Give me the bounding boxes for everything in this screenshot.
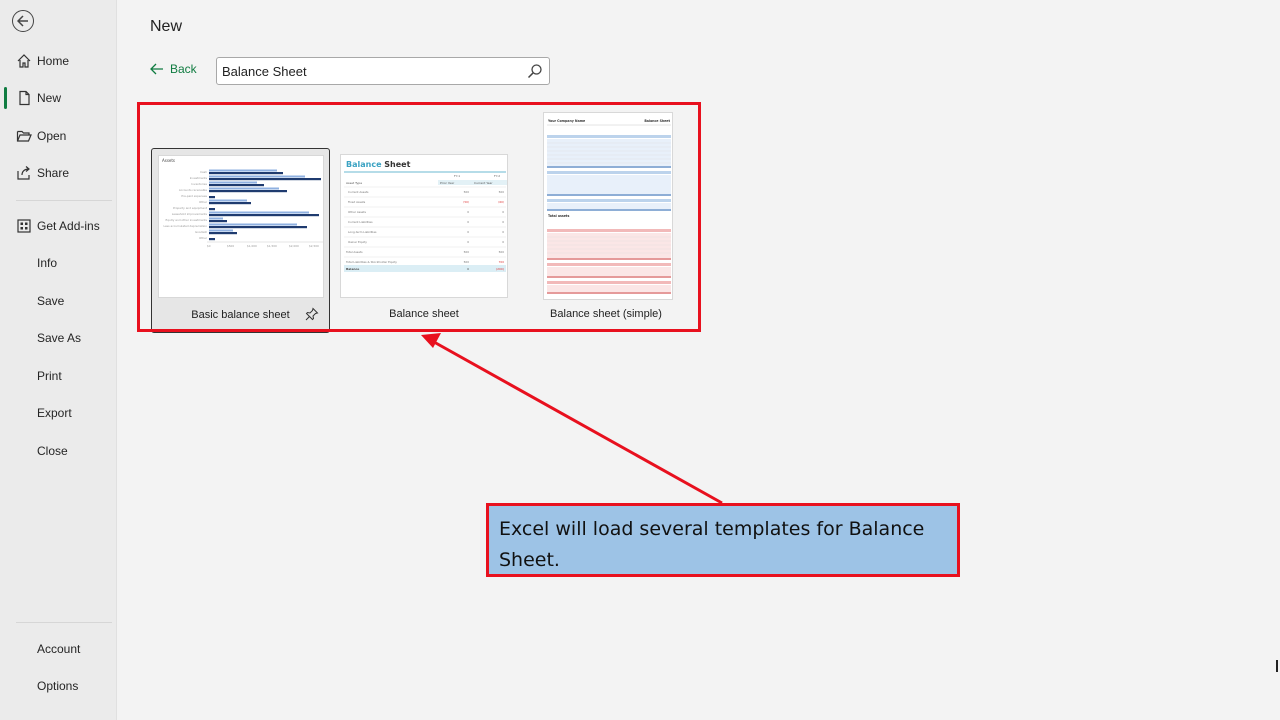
- sidebar-item-label: Open: [37, 129, 67, 143]
- search-icon[interactable]: [527, 63, 543, 79]
- new-file-icon: [19, 90, 30, 106]
- sidebar-item-print[interactable]: Print: [0, 361, 117, 391]
- sidebar-item-open[interactable]: Open: [0, 121, 117, 151]
- sidebar-item-label: Close: [37, 444, 68, 458]
- sidebar-item-label: Account: [37, 642, 81, 656]
- sidebar-divider: [16, 200, 112, 201]
- sidebar-item-label: New: [37, 91, 62, 105]
- page-title: New: [150, 18, 183, 35]
- sidebar-item-home[interactable]: Home: [0, 46, 117, 76]
- share-icon: [17, 166, 30, 180]
- backstage-sidebar: Home New Open Share Get Add-ins Info Sav…: [0, 0, 117, 720]
- sidebar-item-label: Print: [37, 369, 62, 383]
- text-cursor: [1276, 660, 1278, 672]
- highlight-box: [137, 102, 701, 332]
- sidebar-item-new[interactable]: New: [0, 83, 117, 113]
- sidebar-item-close[interactable]: Close: [0, 436, 117, 466]
- sidebar-item-label: Save: [37, 294, 65, 308]
- sidebar-item-info[interactable]: Info: [0, 248, 117, 278]
- search-value: Balance Sheet: [222, 63, 307, 79]
- sidebar-item-options[interactable]: Options: [0, 671, 117, 701]
- home-icon: [17, 54, 31, 68]
- sidebar-item-account[interactable]: Account: [0, 634, 117, 664]
- sidebar-item-label: Export: [37, 406, 72, 420]
- annotation-callout: Excel will load several templates for Ba…: [486, 503, 960, 577]
- add-ins-icon: [17, 219, 31, 233]
- sidebar-item-save-as[interactable]: Save As: [0, 323, 117, 353]
- back-link[interactable]: Back: [150, 62, 197, 76]
- template-search-input[interactable]: Balance Sheet: [216, 57, 550, 85]
- sidebar-item-label: Options: [37, 679, 79, 693]
- sidebar-item-get-add-ins[interactable]: Get Add-ins: [0, 211, 117, 241]
- sidebar-item-label: Save As: [37, 331, 82, 345]
- sidebar-item-label: Get Add-ins: [37, 219, 100, 233]
- sidebar-divider: [16, 622, 112, 623]
- sidebar-item-label: Home: [37, 54, 70, 68]
- back-arrow-icon[interactable]: [12, 10, 34, 32]
- back-link-label: Back: [170, 62, 197, 76]
- sidebar-item-save[interactable]: Save: [0, 286, 117, 316]
- folder-open-icon: [16, 130, 32, 142]
- sidebar-item-label: Share: [37, 166, 70, 180]
- sidebar-item-label: Info: [37, 256, 58, 270]
- arrow-left-icon: [150, 63, 163, 75]
- sidebar-item-export[interactable]: Export: [0, 398, 117, 428]
- sidebar-item-share[interactable]: Share: [0, 158, 117, 188]
